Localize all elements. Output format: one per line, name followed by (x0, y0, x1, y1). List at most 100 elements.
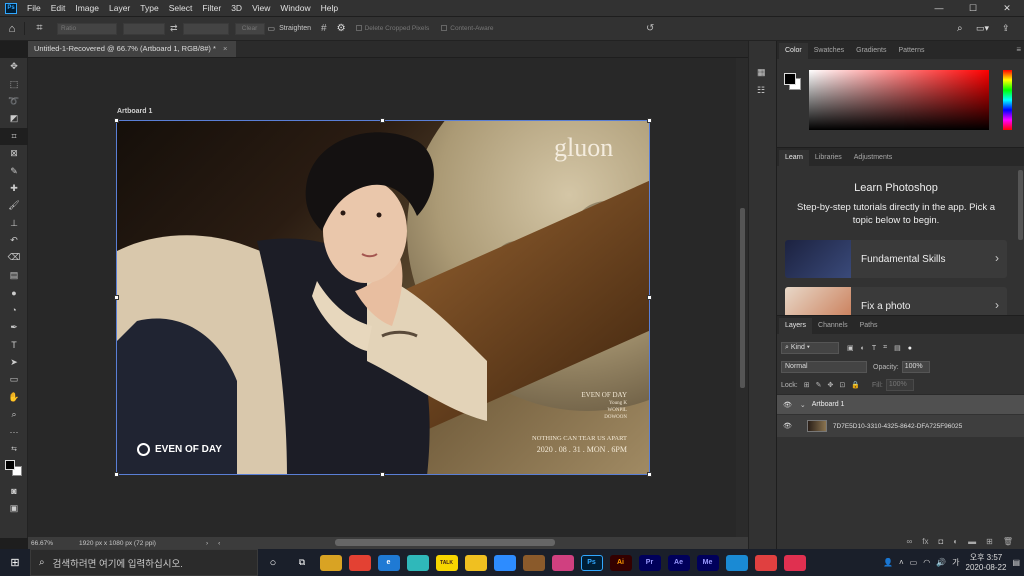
taskbar-app-icon[interactable] (754, 554, 777, 571)
tray-overflow-icon[interactable]: ˄ (899, 558, 904, 567)
document-tab[interactable]: Untitled-1-Recovered @ 66.7% (Artboard 1… (28, 41, 236, 57)
workspace-icon[interactable]: ▭▾ (976, 23, 989, 34)
visibility-eye-icon[interactable]: 👁 (783, 422, 792, 430)
transform-handle-ml[interactable] (114, 295, 119, 300)
more-tools-icon[interactable]: ··· (0, 423, 28, 440)
tab-learn[interactable]: Learn (779, 150, 809, 166)
taskbar-app-icon[interactable] (493, 554, 516, 571)
new-layer-icon[interactable]: ⊞ (986, 537, 993, 546)
tab-swatches[interactable]: Swatches (808, 43, 850, 59)
eraser-tool-icon[interactable]: ⌫ (0, 249, 28, 266)
filter-type-icon[interactable]: T (872, 345, 876, 352)
history-brush-tool-icon[interactable]: ↶ (0, 232, 28, 249)
type-tool-icon[interactable]: T (0, 336, 28, 353)
menu-help[interactable]: Help (316, 3, 343, 13)
filter-toggle-icon[interactable]: ● (908, 345, 912, 352)
layer-row-image[interactable]: 👁 7D7E5D10-3310-4325-8642-DFA725F96025 (777, 415, 1024, 437)
tab-adjustments[interactable]: Adjustments (848, 150, 899, 166)
lasso-tool-icon[interactable]: ➰ (0, 93, 28, 110)
ratio-height-field[interactable] (182, 22, 229, 35)
taskbar-app-icon[interactable]: Ai (609, 554, 632, 571)
taskbar-app-icon[interactable]: Ae (667, 554, 690, 571)
path-selection-tool-icon[interactable]: ➤ (0, 354, 28, 371)
filter-shape-icon[interactable]: ⌗ (883, 344, 887, 352)
tab-patterns[interactable]: Patterns (892, 43, 930, 59)
marquee-tool-icon[interactable]: ⬚ (0, 75, 28, 92)
swap-colors-icon[interactable]: ⇆ (0, 441, 28, 458)
dodge-tool-icon[interactable]: ◔ (0, 301, 28, 318)
crop-tool-preset-icon[interactable]: ⌗ (24, 22, 54, 35)
panel-menu-icon[interactable]: ≡ (1016, 45, 1021, 54)
tab-channels[interactable]: Channels (812, 318, 854, 334)
fill-field[interactable]: 100% (885, 379, 914, 391)
home-icon[interactable]: ⌂ (0, 23, 24, 35)
opacity-field[interactable]: 100% (901, 361, 930, 373)
task-view-icon[interactable]: ⧉ (288, 557, 316, 568)
overlay-grid-icon[interactable]: # (321, 23, 327, 34)
ratio-width-field[interactable] (123, 22, 165, 35)
filter-smart-object-icon[interactable]: ▤ (894, 344, 901, 352)
zoom-level[interactable]: 66.67% (28, 540, 73, 547)
hue-slider[interactable] (1003, 70, 1012, 130)
transform-handle-tr[interactable] (647, 118, 652, 123)
clone-stamp-tool-icon[interactable]: ⊥ (0, 215, 28, 232)
document-tab-close-icon[interactable]: × (223, 44, 227, 53)
transform-handle-tl[interactable] (114, 118, 119, 123)
tutorial-card-fix-a-photo[interactable]: Fix a photo › (785, 287, 1007, 315)
people-icon[interactable]: 👤 (883, 558, 893, 567)
taskbar-app-icon[interactable] (725, 554, 748, 571)
menu-layer[interactable]: Layer (104, 3, 135, 13)
filter-adjustment-icon[interactable]: ◐ (861, 345, 865, 352)
object-selection-tool-icon[interactable]: ◩ (0, 110, 28, 127)
layer-style-icon[interactable]: fx (922, 537, 928, 546)
gear-icon[interactable]: ⚙ (337, 23, 346, 34)
menu-type[interactable]: Type (135, 3, 163, 13)
menu-file[interactable]: File (22, 3, 46, 13)
delete-cropped-pixels-checkbox[interactable]: Delete Cropped Pixels (355, 25, 429, 32)
quick-mask-icon[interactable]: ◙ (0, 482, 28, 499)
tab-paths[interactable]: Paths (854, 318, 884, 334)
cortana-icon[interactable]: ○ (258, 557, 288, 569)
battery-icon[interactable]: ▭ (910, 558, 918, 567)
menu-select[interactable]: Select (164, 3, 198, 13)
vertical-scroll-thumb[interactable] (740, 208, 745, 388)
history-panel-icon[interactable]: ▦ (757, 67, 766, 78)
taskbar-app-icon[interactable] (406, 554, 429, 571)
search-icon[interactable]: ⌕ (957, 23, 963, 34)
ratio-select[interactable]: Ratio (57, 22, 117, 35)
document-size-info[interactable]: 1920 px x 1080 px (72 ppi) (73, 540, 168, 547)
expand-arrow-icon[interactable]: ⌄ (800, 401, 806, 409)
taskbar-app-icon[interactable]: Pr (638, 554, 661, 571)
layer-filter-select[interactable]: ⌕ Kind ▾ (781, 342, 839, 354)
tab-libraries[interactable]: Libraries (809, 150, 848, 166)
crop-tool-icon[interactable]: ⌗ (0, 127, 28, 145)
maximize-button[interactable]: ☐ (956, 0, 990, 16)
menu-window[interactable]: Window (275, 3, 315, 13)
share-icon[interactable]: ⇪ (1002, 23, 1010, 34)
add-mask-icon[interactable]: ◘ (938, 537, 943, 546)
eyedropper-tool-icon[interactable]: ✎ (0, 162, 28, 179)
zoom-tool-icon[interactable]: ⌕ (0, 406, 28, 423)
taskbar-app-icon[interactable] (319, 554, 342, 571)
transform-handle-mr[interactable] (647, 295, 652, 300)
new-adjustment-icon[interactable]: ◐ (953, 537, 958, 546)
tab-gradients[interactable]: Gradients (850, 43, 892, 59)
menu-filter[interactable]: Filter (197, 3, 226, 13)
clear-button[interactable]: Clear (234, 22, 265, 35)
taskbar-app-icon[interactable]: Me (696, 554, 719, 571)
rectangle-tool-icon[interactable]: ▭ (0, 371, 28, 388)
horizontal-scroll-thumb[interactable] (335, 539, 555, 546)
content-aware-checkbox[interactable]: Content-Aware (441, 25, 494, 32)
lock-all-icon[interactable]: 🔒 (851, 381, 860, 389)
artboard[interactable]: gluon EVEN OF DAY Young K WONPIL DOWOON … (116, 120, 650, 475)
learn-scrollbar[interactable] (1018, 170, 1023, 240)
hand-tool-icon[interactable]: ✋ (0, 388, 28, 405)
tab-color[interactable]: Color (779, 43, 808, 59)
screen-mode-icon[interactable]: ▣ (0, 499, 28, 516)
taskbar-app-icon[interactable]: TALK (435, 554, 458, 571)
transform-handle-tc[interactable] (380, 118, 385, 123)
blur-tool-icon[interactable]: ● (0, 284, 28, 301)
straighten-button[interactable]: Straighten (279, 25, 311, 32)
menu-image[interactable]: Image (70, 3, 104, 13)
taskbar-search-box[interactable]: ⌕ 검색하려면 여기에 입력하십시오. (30, 549, 258, 576)
